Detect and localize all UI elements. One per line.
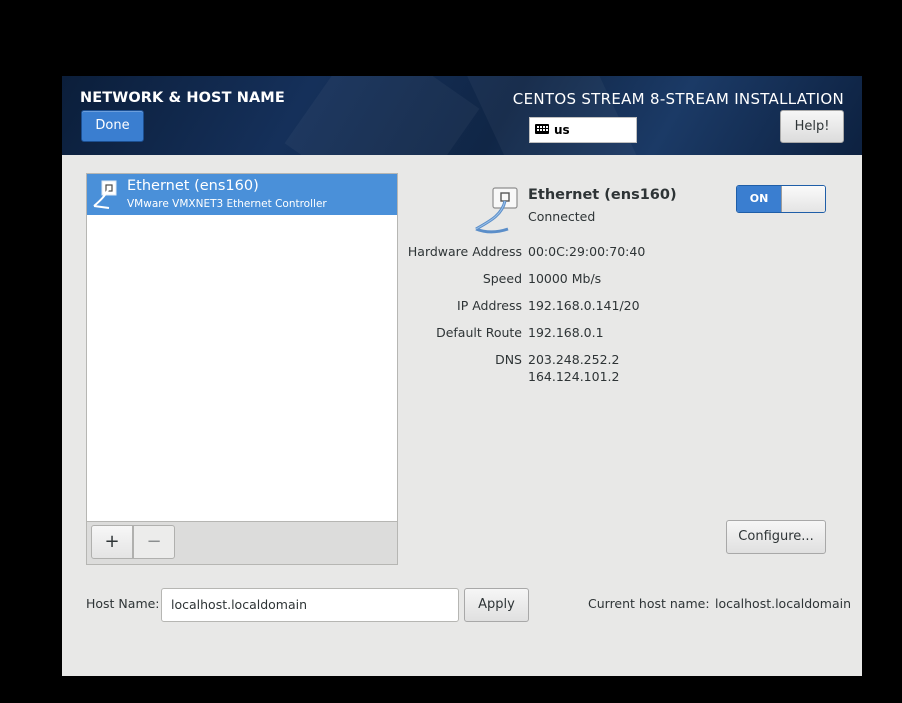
device-list-toolbar: + −: [87, 521, 397, 564]
add-device-button[interactable]: +: [91, 525, 133, 559]
keyboard-layout-label: us: [554, 123, 570, 137]
product-title: CENTOS STREAM 8-STREAM INSTALLATION: [512, 90, 844, 108]
configure-button[interactable]: Configure...: [726, 520, 826, 554]
network-hostname-window: NETWORK & HOST NAME CENTOS STREAM 8-STRE…: [62, 76, 862, 676]
dns-label: DNS: [495, 352, 522, 367]
hardware-address-value: 00:0C:29:00:70:40: [528, 244, 646, 259]
keyboard-layout-indicator[interactable]: us: [529, 117, 637, 143]
device-description: VMware VMXNET3 Ethernet Controller: [127, 198, 327, 210]
done-button[interactable]: Done: [81, 110, 144, 142]
default-route-label: Default Route: [436, 325, 522, 340]
device-list: Ethernet (ens160) VMware VMXNET3 Etherne…: [86, 173, 398, 565]
toggle-knob: [781, 186, 825, 212]
host-name-label: Host Name:: [86, 596, 160, 611]
page-title: NETWORK & HOST NAME: [80, 90, 285, 106]
host-name-input[interactable]: localhost.localdomain: [161, 588, 459, 622]
remove-device-button[interactable]: −: [133, 525, 175, 559]
keyboard-icon: [535, 124, 549, 134]
current-host-name-value: localhost.localdomain: [715, 596, 852, 611]
ethernet-icon: [472, 183, 524, 235]
help-button[interactable]: Help!: [780, 110, 844, 143]
hardware-address-label: Hardware Address: [407, 244, 522, 259]
device-title: Ethernet (ens160): [528, 187, 677, 203]
ip-address-value: 192.168.0.141/20: [528, 298, 640, 313]
header-bar: NETWORK & HOST NAME CENTOS STREAM 8-STRE…: [62, 76, 862, 155]
apply-button[interactable]: Apply: [464, 588, 529, 622]
default-route-value: 192.168.0.1: [528, 325, 604, 340]
speed-value: 10000 Mb/s: [528, 271, 602, 286]
header-decoration: [463, 76, 641, 155]
ethernet-icon: [91, 178, 121, 210]
header-decoration: [284, 76, 480, 155]
connection-toggle[interactable]: ON: [736, 185, 826, 213]
dns-value-primary: 203.248.252.2: [528, 352, 620, 367]
dns-value-secondary: 164.124.101.2: [528, 369, 620, 384]
ip-address-label: IP Address: [457, 298, 522, 313]
speed-label: Speed: [482, 271, 522, 286]
connection-status: Connected: [528, 209, 596, 224]
device-list-item[interactable]: Ethernet (ens160) VMware VMXNET3 Etherne…: [87, 174, 397, 215]
device-name: Ethernet (ens160): [127, 178, 259, 194]
toggle-on-label: ON: [737, 186, 781, 212]
current-host-name-label: Current host name:: [588, 596, 710, 611]
